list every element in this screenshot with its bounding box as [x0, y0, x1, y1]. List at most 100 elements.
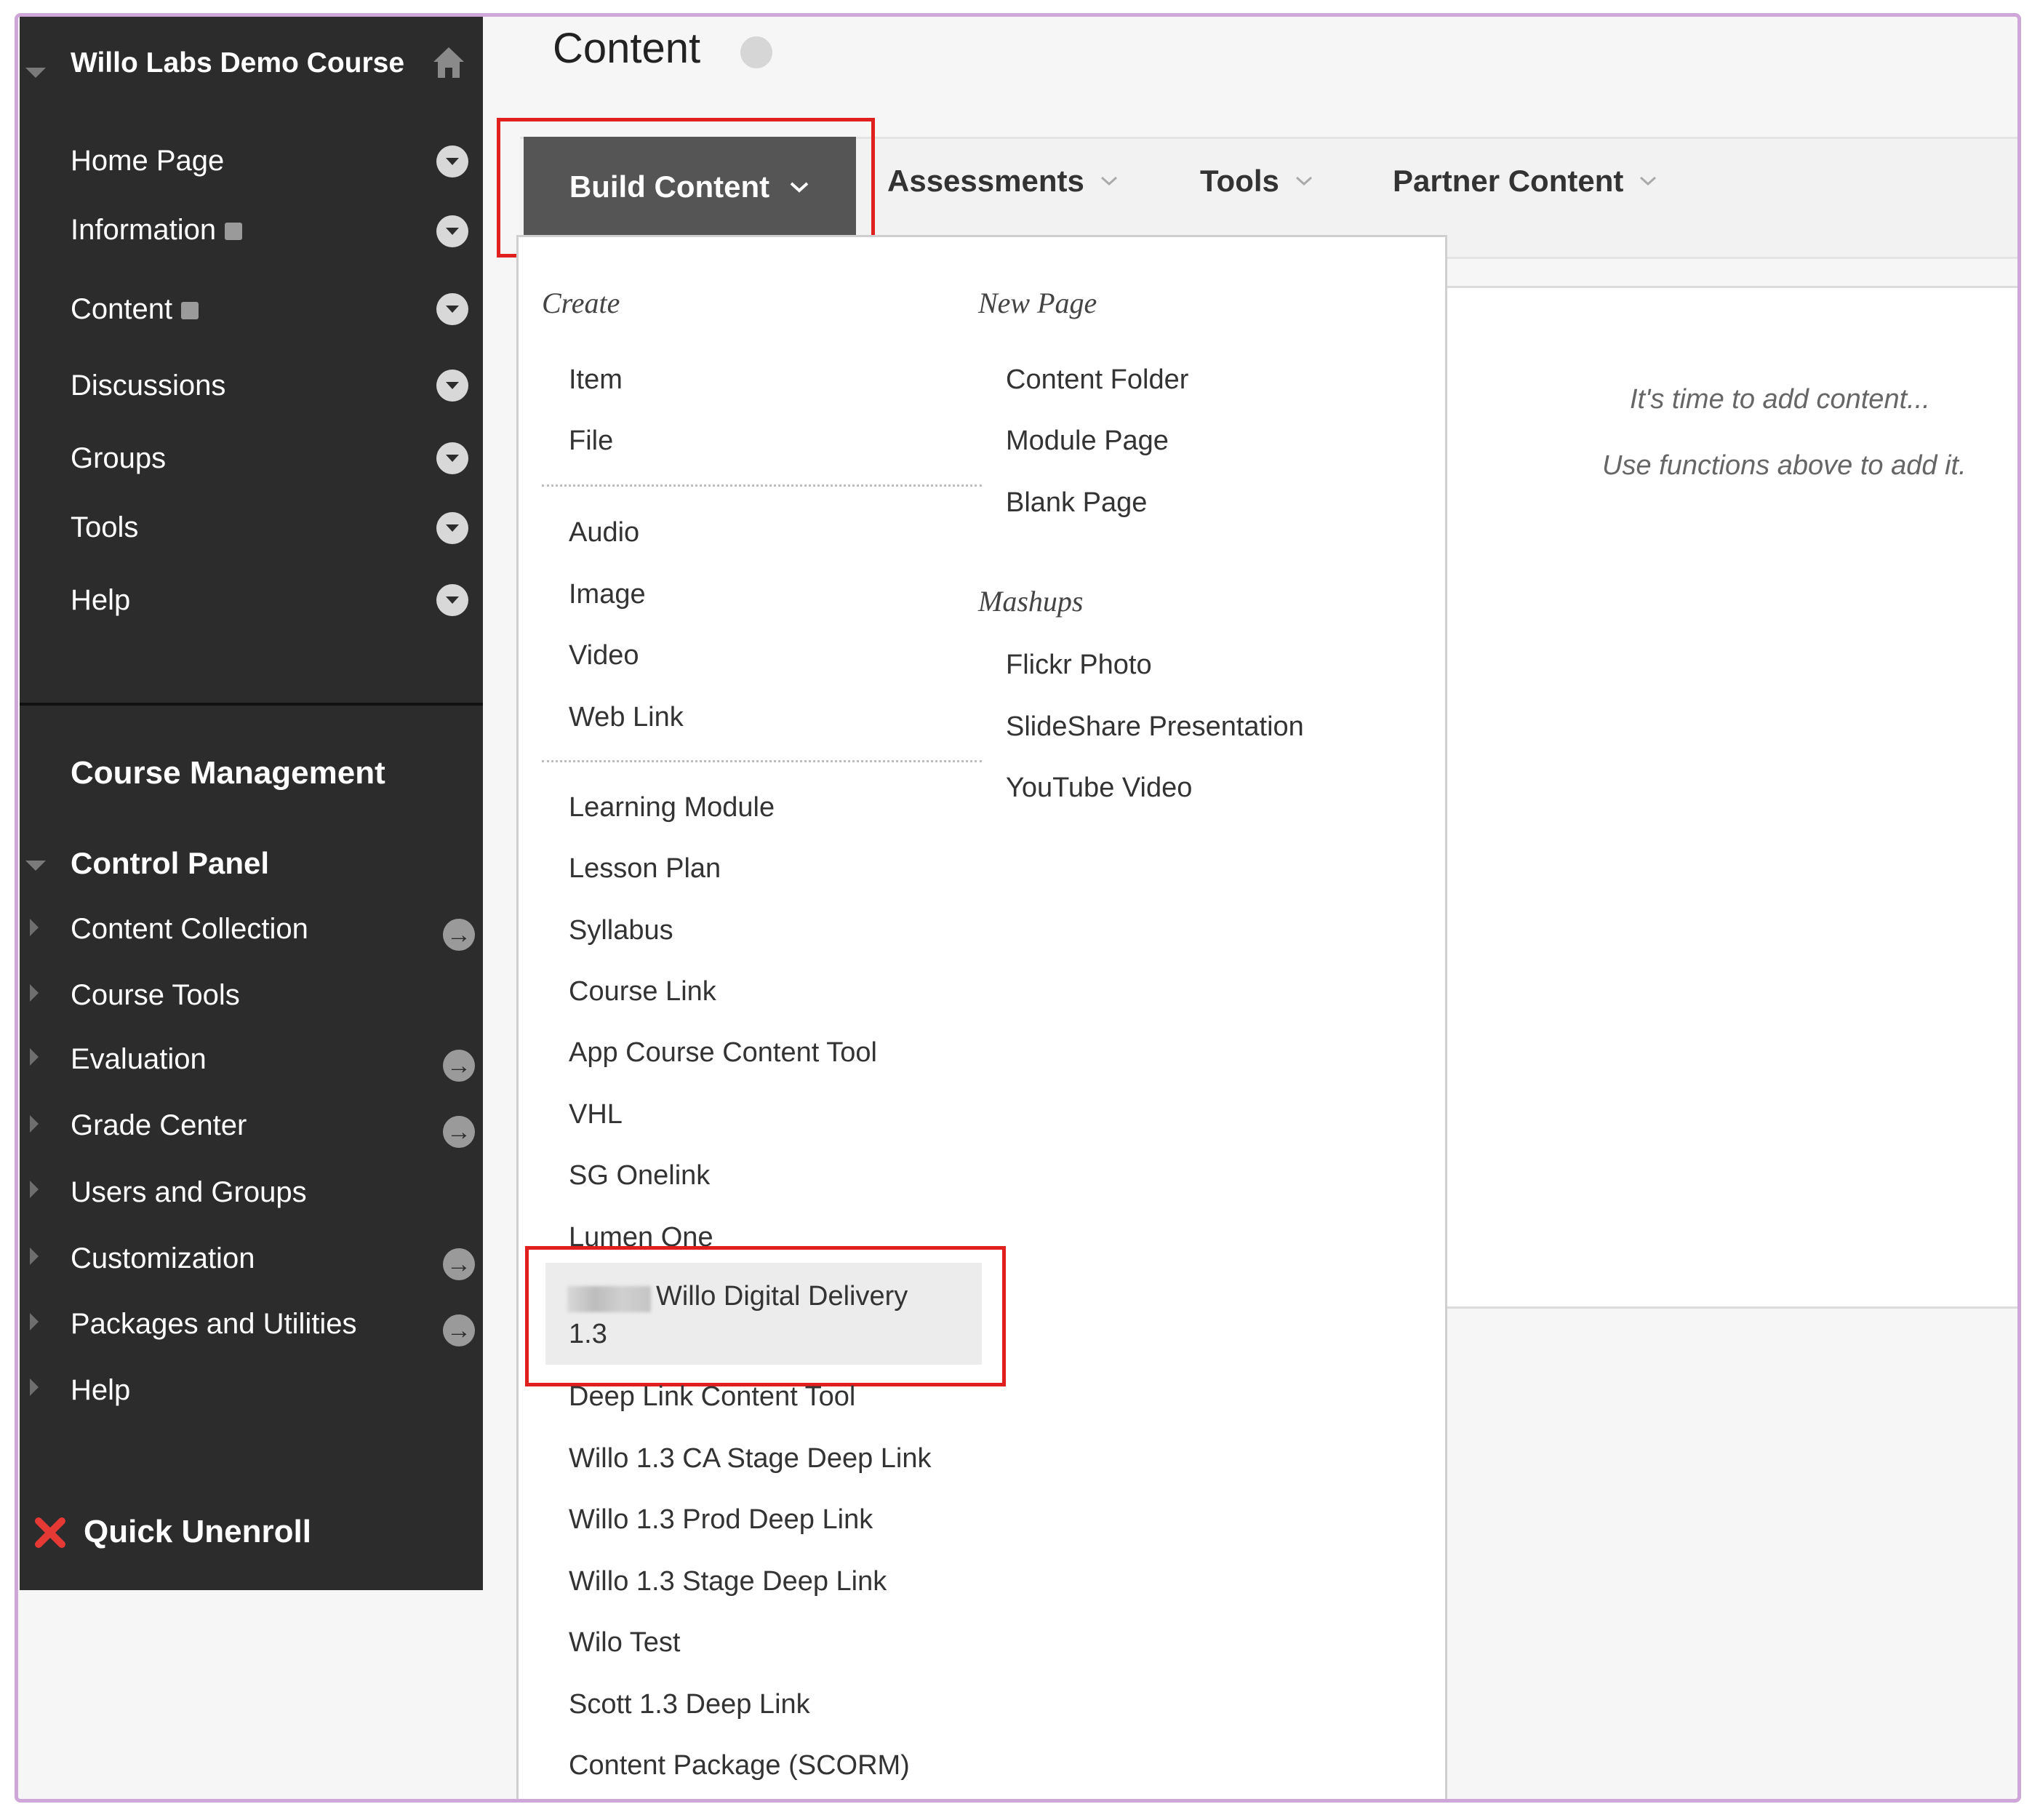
sidebar-item-label: Discussions — [71, 370, 226, 402]
expand-caret-icon[interactable] — [30, 919, 39, 936]
arrow-right-icon[interactable]: → — [443, 1314, 475, 1346]
content-area — [1447, 286, 2017, 1309]
control-panel-item-grade-center[interactable]: Grade Center — [71, 1109, 247, 1142]
menu-item-vhl[interactable]: VHL — [569, 1099, 623, 1130]
menu-item-app-course-content-tool[interactable]: App Course Content Tool — [569, 1037, 877, 1069]
sidebar-item-label: Information — [71, 214, 217, 246]
menu-item-lesson-plan[interactable]: Lesson Plan — [569, 853, 721, 885]
expand-caret-icon[interactable] — [30, 1378, 39, 1396]
chevron-down-icon[interactable] — [436, 215, 468, 247]
expand-caret-icon[interactable] — [30, 1313, 39, 1330]
sidebar-item-content[interactable]: Content — [71, 293, 199, 326]
course-title[interactable]: Willo Labs Demo Course — [71, 47, 404, 79]
menu-item-wilo-test[interactable]: Wilo Test — [569, 1627, 680, 1659]
sidebar-item-discussions[interactable]: Discussions — [71, 370, 225, 402]
empty-state-line1: It's time to add content... — [1630, 384, 1930, 415]
tab-label: Tools — [1200, 164, 1279, 198]
collapse-caret-icon[interactable] — [25, 861, 46, 871]
arrow-right-icon[interactable]: → — [443, 919, 475, 951]
tab-partner-content[interactable]: Partner Content — [1393, 164, 1658, 199]
course-sidebar: Willo Labs Demo Course Home Page Informa… — [20, 17, 483, 1590]
menu-item-scott-deep-link[interactable]: Scott 1.3 Deep Link — [569, 1689, 810, 1720]
tab-label: Assessments — [887, 164, 1084, 198]
new-page-heading: New Page — [978, 287, 1097, 319]
menu-item-audio[interactable]: Audio — [569, 517, 639, 548]
menu-item-content-folder[interactable]: Content Folder — [1006, 364, 1188, 396]
menu-item-flickr-photo[interactable]: Flickr Photo — [1006, 650, 1152, 681]
control-panel-item-users-and-groups[interactable]: Users and Groups — [71, 1176, 307, 1209]
menu-item-video[interactable]: Video — [569, 640, 639, 671]
page-icon — [181, 302, 199, 320]
page-title: Content — [553, 25, 701, 72]
tab-assessments[interactable]: Assessments — [887, 164, 1119, 199]
chevron-down-icon[interactable] — [436, 370, 468, 402]
chevron-down-icon — [1640, 176, 1657, 186]
sidebar-item-label: Content — [71, 293, 173, 325]
control-panel-item-packages-and-utilities[interactable]: Packages and Utilities — [71, 1308, 357, 1341]
chevron-down-icon[interactable] — [436, 293, 468, 325]
sidebar-item-tools[interactable]: Tools — [71, 511, 138, 544]
sidebar-item-help[interactable]: Help — [71, 584, 130, 617]
control-panel-item-customization[interactable]: Customization — [71, 1242, 255, 1275]
menu-item-willo-ca-stage-deep-link[interactable]: Willo 1.3 CA Stage Deep Link — [569, 1443, 932, 1474]
screenshot-frame: Willo Labs Demo Course Home Page Informa… — [15, 13, 2021, 1803]
menu-item-course-link[interactable]: Course Link — [569, 976, 716, 1007]
tab-label: Partner Content — [1393, 164, 1624, 198]
menu-item-willo-stage-deep-link[interactable]: Willo 1.3 Stage Deep Link — [569, 1566, 887, 1597]
chevron-down-icon[interactable] — [436, 442, 468, 474]
arrow-right-icon[interactable]: → — [443, 1116, 475, 1148]
menu-item-sg-onelink[interactable]: SG Onelink — [569, 1160, 710, 1192]
empty-state-line2: Use functions above to add it. — [1602, 450, 1967, 481]
chevron-down-icon[interactable] — [436, 584, 468, 616]
expand-caret-icon[interactable] — [30, 1248, 39, 1265]
menu-item-slideshare-presentation[interactable]: SlideShare Presentation — [1006, 711, 1304, 743]
expand-caret-icon[interactable] — [30, 1115, 39, 1133]
sidebar-item-label: Home Page — [71, 145, 225, 177]
menu-item-youtube-video[interactable]: YouTube Video — [1006, 773, 1192, 804]
close-x-icon[interactable] — [33, 1515, 68, 1550]
page-icon — [225, 223, 243, 241]
expand-caret-icon[interactable] — [30, 1048, 39, 1066]
highlight-box-willo-digital-delivery — [525, 1246, 1006, 1386]
sidebar-item-label: Help — [71, 584, 131, 616]
sidebar-item-groups[interactable]: Groups — [71, 442, 166, 475]
sidebar-item-label: Tools — [71, 511, 139, 543]
chevron-down-icon[interactable] — [436, 145, 468, 177]
menu-item-file[interactable]: File — [569, 426, 613, 457]
course-management-heading: Course Management — [71, 755, 385, 791]
home-icon[interactable] — [431, 44, 467, 81]
arrow-right-icon[interactable]: → — [443, 1248, 475, 1280]
control-panel-item-evaluation[interactable]: Evaluation — [71, 1043, 207, 1076]
sidebar-item-information[interactable]: Information — [71, 214, 243, 247]
menu-item-module-page[interactable]: Module Page — [1006, 426, 1169, 457]
menu-item-deep-link-content-tool[interactable]: Deep Link Content Tool — [569, 1381, 855, 1413]
menu-item-content-package-scorm[interactable]: Content Package (SCORM) — [569, 1750, 910, 1781]
menu-separator — [542, 760, 982, 762]
menu-item-learning-module[interactable]: Learning Module — [569, 792, 775, 823]
chevron-down-icon[interactable] — [436, 512, 468, 544]
menu-item-willo-prod-deep-link[interactable]: Willo 1.3 Prod Deep Link — [569, 1504, 873, 1536]
control-panel-heading[interactable]: Control Panel — [71, 846, 269, 881]
menu-item-web-link[interactable]: Web Link — [569, 702, 684, 733]
chevron-down-icon[interactable] — [740, 36, 772, 68]
control-panel-item-help[interactable]: Help — [71, 1374, 130, 1407]
chevron-down-icon — [1100, 176, 1117, 186]
sidebar-divider — [20, 703, 483, 706]
mashups-heading: Mashups — [978, 585, 1084, 618]
quick-unenroll-link[interactable]: Quick Unenroll — [84, 1514, 311, 1550]
sidebar-item-label: Groups — [71, 442, 167, 474]
menu-item-item[interactable]: Item — [569, 364, 623, 396]
arrow-right-icon[interactable]: → — [443, 1050, 475, 1082]
tab-tools[interactable]: Tools — [1200, 164, 1314, 199]
expand-caret-icon[interactable] — [30, 984, 39, 1002]
expand-caret-icon[interactable] — [30, 1181, 39, 1198]
chevron-down-icon — [1295, 176, 1312, 186]
menu-item-syllabus[interactable]: Syllabus — [569, 915, 673, 946]
sidebar-item-home-page[interactable]: Home Page — [71, 145, 224, 177]
control-panel-item-course-tools[interactable]: Course Tools — [71, 979, 240, 1012]
collapse-caret-icon[interactable] — [25, 68, 46, 78]
control-panel-item-content-collection[interactable]: Content Collection — [71, 913, 308, 946]
menu-item-image[interactable]: Image — [569, 579, 646, 610]
menu-item-blank-page[interactable]: Blank Page — [1006, 487, 1147, 519]
menu-separator — [542, 484, 982, 487]
